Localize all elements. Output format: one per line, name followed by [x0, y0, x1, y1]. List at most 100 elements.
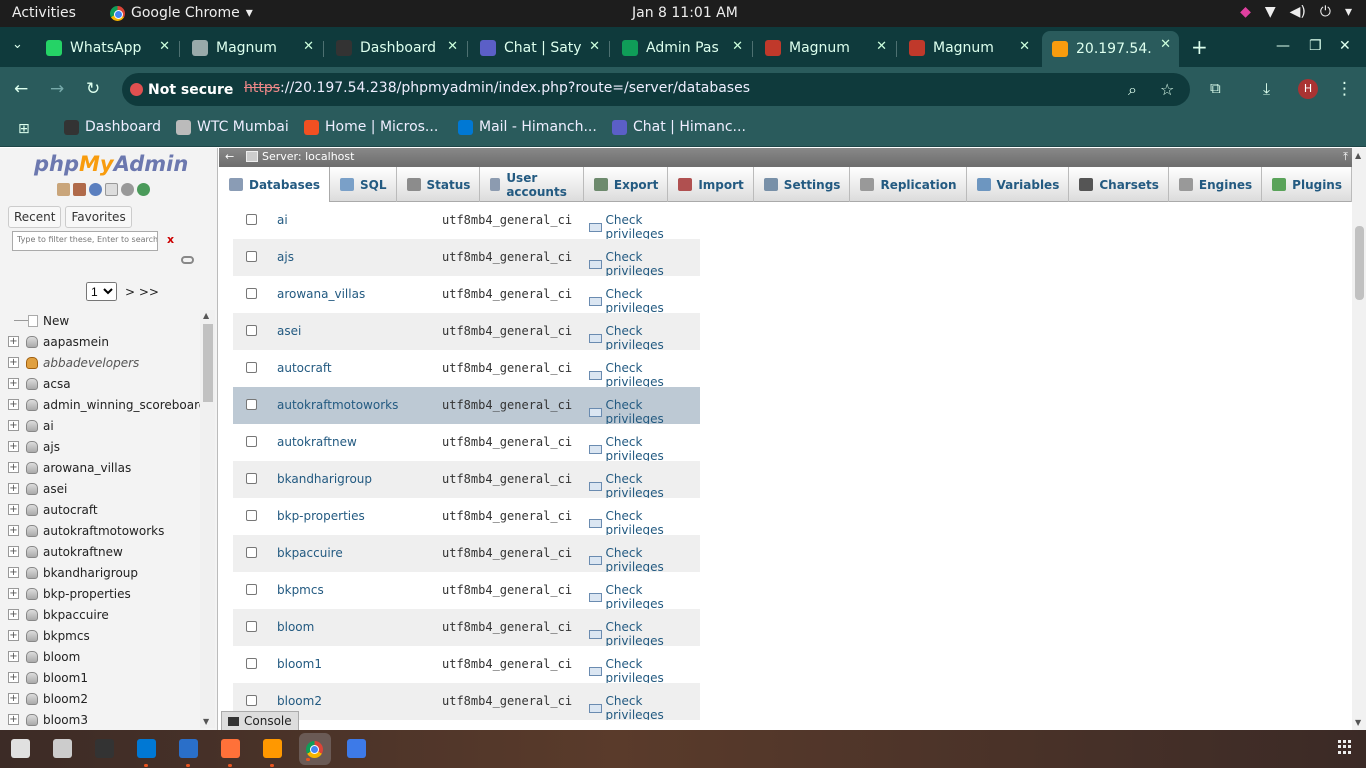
- bookmark-item[interactable]: Dashboard: [64, 119, 161, 135]
- scrollbar-thumb[interactable]: [1355, 226, 1364, 300]
- tab-settings[interactable]: Settings: [754, 167, 851, 202]
- collapse-nav-icon[interactable]: ←: [225, 150, 234, 163]
- browser-tab[interactable]: 20.197.54. ✕: [1042, 31, 1179, 67]
- tree-item-database[interactable]: + bkp-properties: [0, 583, 200, 604]
- terminal-icon[interactable]: [95, 739, 114, 758]
- check-privileges-link[interactable]: Check privileges: [589, 472, 700, 500]
- console-tab[interactable]: Console: [221, 711, 299, 730]
- database-name-link[interactable]: autokraftmotoworks: [277, 398, 398, 412]
- clear-filter-button[interactable]: x: [167, 233, 174, 246]
- row-checkbox[interactable]: [246, 695, 257, 706]
- tab-search-icon[interactable]: ⌄: [12, 37, 23, 52]
- tree-item-database[interactable]: + ajs: [0, 436, 200, 457]
- minimize-icon[interactable]: —: [1276, 38, 1290, 54]
- row-checkbox[interactable]: [246, 325, 257, 336]
- security-indicator[interactable]: Not secure: [130, 79, 233, 100]
- wifi-icon[interactable]: ▼: [1265, 4, 1276, 20]
- tab-engines[interactable]: Engines: [1169, 167, 1263, 202]
- tab-databases[interactable]: Databases: [219, 167, 331, 202]
- system-tray[interactable]: ◆ ▼ ◀) ⏻ ▾: [1240, 4, 1352, 20]
- sublime-icon[interactable]: [263, 739, 282, 767]
- show-apps-icon[interactable]: [1338, 740, 1352, 754]
- database-filter-input[interactable]: Type to filter these, Enter to search al: [12, 231, 158, 251]
- database-name-link[interactable]: bloom2: [277, 694, 322, 708]
- expand-icon[interactable]: +: [8, 630, 19, 641]
- database-name-link[interactable]: ajs: [277, 250, 294, 264]
- scroll-up-icon[interactable]: ▲: [203, 311, 209, 320]
- tree-item-database[interactable]: + acsa: [0, 373, 200, 394]
- page-select[interactable]: 1: [86, 282, 117, 301]
- notes-icon[interactable]: [347, 739, 366, 758]
- new-tab-button[interactable]: +: [1191, 35, 1208, 59]
- tree-item-database[interactable]: + bloom2: [0, 688, 200, 709]
- row-checkbox[interactable]: [246, 658, 257, 669]
- check-privileges-link[interactable]: Check privileges: [589, 620, 700, 648]
- database-name-link[interactable]: autocraft: [277, 361, 332, 375]
- main-scrollbar[interactable]: ▲ ▼: [1352, 148, 1366, 730]
- text-editor-icon[interactable]: [179, 739, 198, 767]
- help-icon[interactable]: [89, 183, 102, 196]
- tree-item-database[interactable]: + arowana_villas: [0, 457, 200, 478]
- database-name-link[interactable]: asei: [277, 324, 301, 338]
- reload-icon[interactable]: [137, 183, 150, 196]
- close-tab-icon[interactable]: ✕: [303, 39, 314, 54]
- favorites-button[interactable]: Favorites: [65, 206, 132, 228]
- bookmark-item[interactable]: Home | Micros...: [304, 119, 438, 135]
- tree-item-database[interactable]: + ai: [0, 415, 200, 436]
- zoom-icon[interactable]: ⌕: [1128, 80, 1137, 100]
- tab-status[interactable]: Status: [397, 167, 481, 202]
- expand-icon[interactable]: +: [8, 336, 19, 347]
- browser-tab[interactable]: Chat | Saty ✕: [470, 33, 608, 63]
- tree-item-database[interactable]: + bloom1: [0, 667, 200, 688]
- maximize-icon[interactable]: ❐: [1309, 38, 1322, 54]
- app-menu[interactable]: Google Chrome ▾: [110, 5, 253, 21]
- settings-gear-icon[interactable]: [121, 183, 134, 196]
- tab-charsets[interactable]: Charsets: [1069, 167, 1169, 202]
- expand-icon[interactable]: +: [8, 441, 19, 452]
- check-privileges-link[interactable]: Check privileges: [589, 657, 700, 685]
- check-privileges-link[interactable]: Check privileges: [589, 361, 700, 389]
- browser-tab[interactable]: Dashboard ✕: [326, 33, 466, 63]
- link-icon[interactable]: [181, 256, 194, 264]
- home-icon[interactable]: [57, 183, 70, 196]
- logout-icon[interactable]: [73, 183, 86, 196]
- phpmyadmin-logo[interactable]: phpMyAdmin: [34, 152, 188, 176]
- row-checkbox[interactable]: [246, 584, 257, 595]
- check-privileges-link[interactable]: Check privileges: [589, 250, 700, 278]
- database-name-link[interactable]: bkpaccuire: [277, 546, 343, 560]
- server-breadcrumb[interactable]: Server: localhost: [246, 150, 354, 163]
- browser-tab[interactable]: Magnum ✕: [899, 33, 1038, 63]
- tree-item-new[interactable]: New: [0, 310, 200, 331]
- tab-variables[interactable]: Variables: [967, 167, 1070, 202]
- menu-kebab-icon[interactable]: ⋮: [1336, 79, 1353, 99]
- firefox-icon[interactable]: [221, 739, 240, 767]
- check-privileges-link[interactable]: Check privileges: [589, 287, 700, 315]
- check-privileges-link[interactable]: Check privileges: [589, 509, 700, 537]
- check-privileges-link[interactable]: Check privileges: [589, 435, 700, 463]
- tab-plugins[interactable]: Plugins: [1262, 167, 1352, 202]
- close-tab-icon[interactable]: ✕: [589, 39, 600, 54]
- reload-icon[interactable]: ↻: [86, 79, 100, 99]
- forward-icon[interactable]: →: [50, 79, 64, 99]
- scroll-down-icon[interactable]: ▼: [1355, 718, 1361, 727]
- database-name-link[interactable]: bkp-properties: [277, 509, 365, 523]
- tree-item-database[interactable]: + bloom: [0, 646, 200, 667]
- tree-item-database[interactable]: + bkpaccuire: [0, 604, 200, 625]
- expand-icon[interactable]: +: [8, 462, 19, 473]
- bookmark-star-icon[interactable]: ☆: [1160, 80, 1174, 99]
- expand-icon[interactable]: +: [8, 693, 19, 704]
- check-privileges-link[interactable]: Check privileges: [589, 398, 700, 426]
- expand-icon[interactable]: +: [8, 546, 19, 557]
- expand-icon[interactable]: +: [8, 357, 19, 368]
- volume-icon[interactable]: ◀): [1290, 4, 1306, 20]
- docs-icon[interactable]: [105, 183, 118, 196]
- expand-icon[interactable]: +: [8, 399, 19, 410]
- tree-item-database[interactable]: + bkandharigroup: [0, 562, 200, 583]
- check-privileges-link[interactable]: Check privileges: [589, 546, 700, 574]
- scrollbar-thumb[interactable]: [203, 324, 213, 402]
- expand-icon[interactable]: +: [8, 714, 19, 725]
- files-app-icon[interactable]: [11, 739, 30, 758]
- bookmark-item[interactable]: Chat | Himanc...: [612, 119, 746, 135]
- database-name-link[interactable]: bkandharigroup: [277, 472, 372, 486]
- bookmark-item[interactable]: Mail - Himanch...: [458, 119, 597, 135]
